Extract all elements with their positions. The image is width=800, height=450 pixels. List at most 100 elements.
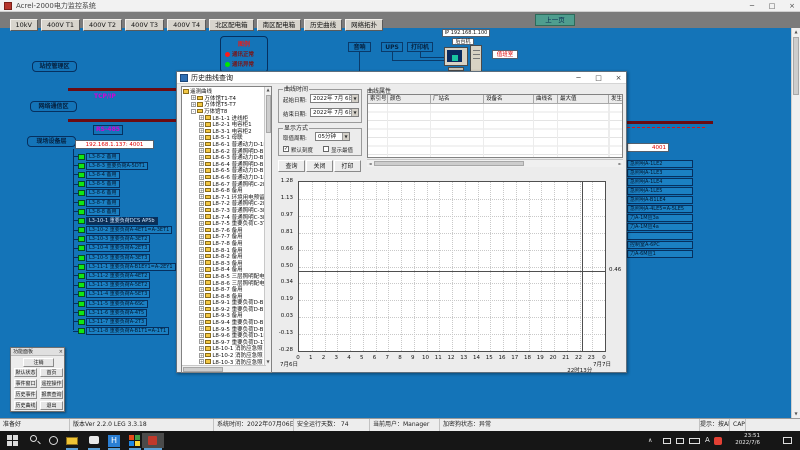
tree-node[interactable]: + 万体馆T1-T4 xyxy=(183,95,265,102)
office-app-icon[interactable] xyxy=(127,433,143,448)
tree-toggle-icon[interactable]: + xyxy=(199,221,204,226)
device-item[interactable]: L3-8-7 备用 xyxy=(73,198,176,207)
tree-toggle-icon[interactable]: + xyxy=(199,326,204,331)
tree-node[interactable]: + L8-6-2 普通照明D-B1 xyxy=(183,147,265,154)
taskbar-clock[interactable]: 23:51 2022/7/6 xyxy=(728,433,760,447)
function-button[interactable]: 遥控操作 xyxy=(40,379,63,388)
function-button[interactable]: 报表查询 xyxy=(40,390,63,399)
tree-node[interactable]: + L8-7-1 环境用电预留 xyxy=(183,194,265,201)
minimize-icon[interactable]: ─ xyxy=(744,0,760,12)
period-select[interactable]: 05分钟 ▼ xyxy=(315,132,350,141)
tree-node[interactable]: + L8-9-7 重要负荷D-1T xyxy=(183,339,265,346)
device-item[interactable]: L3-11-5 重要负荷A-6SC xyxy=(73,299,176,308)
device-item[interactable]: L3-11-3 重要负荷A-5ET2 xyxy=(73,281,176,290)
tree-node[interactable]: + L8-5-1 母联 xyxy=(183,134,265,141)
function-button[interactable]: 退出 xyxy=(40,401,63,410)
show-extremes-checkbox[interactable] xyxy=(323,146,329,152)
tree-toggle-icon[interactable]: + xyxy=(199,280,204,285)
active-app-icon[interactable] xyxy=(142,433,164,448)
function-button[interactable]: 历史事件 xyxy=(14,390,37,399)
maximize-icon[interactable]: □ xyxy=(764,0,780,12)
chevron-down-icon[interactable]: ▼ xyxy=(351,95,358,102)
device-item[interactable] xyxy=(627,232,693,241)
tab[interactable]: 400V T1 xyxy=(41,19,80,31)
tree-node[interactable]: + L8-6-5 普通动力D-B1 xyxy=(183,167,265,174)
tray-network-icon[interactable] xyxy=(676,438,684,444)
device-item[interactable]: L3-11-7 重要负荷A-2T3 xyxy=(73,317,176,326)
previous-page-button[interactable]: 上一页 xyxy=(535,14,575,26)
device-item[interactable]: L3-8-2 备用 xyxy=(73,152,176,161)
dialog-minimize-icon[interactable]: ─ xyxy=(571,72,586,84)
tree-node[interactable]: + L8-8-7 备用 xyxy=(183,286,265,293)
function-button[interactable]: 默认状态 xyxy=(14,368,37,377)
tree-toggle-icon[interactable]: + xyxy=(199,214,204,219)
dialog-maximize-icon[interactable]: □ xyxy=(591,72,606,84)
device-item[interactable]: L3-11-8 重要负荷A-B1T1=A-1T1 xyxy=(73,327,176,336)
tree-toggle-icon[interactable]: + xyxy=(199,155,204,160)
tree-node[interactable]: + L8-7-6 备用 xyxy=(183,226,265,233)
close-button[interactable]: 关闭 xyxy=(306,160,333,172)
tree-node[interactable]: + L8-7-2 普通照明C-2B xyxy=(183,200,265,207)
column-header[interactable]: 设备名 xyxy=(484,95,534,103)
tree-node[interactable]: - 万体馆T8 xyxy=(183,108,265,115)
device-item[interactable]: L3-11-6 重要负荷A-4T5 xyxy=(73,308,176,317)
tree-node[interactable]: + L8-9-2 重要负荷D-B1 xyxy=(183,306,265,313)
chart-plot-area[interactable] xyxy=(298,181,606,352)
tree-toggle-icon[interactable]: + xyxy=(199,306,204,311)
tree-node[interactable]: + L8-6-7 普通照明C-2L xyxy=(183,180,265,187)
device-item[interactable]: 急照明A-1LE5 xyxy=(627,187,693,196)
tree-toggle-icon[interactable]: + xyxy=(191,102,196,107)
task-view-icon[interactable] xyxy=(46,433,62,448)
tree-node[interactable]: + L8-6-3 普通动力D-B1 xyxy=(183,154,265,161)
end-date-field[interactable]: 2022年 7月 6日 ▼ xyxy=(310,108,359,117)
device-item[interactable]: 急照明A-1LE2 xyxy=(627,160,693,169)
tree-toggle-icon[interactable]: + xyxy=(199,194,204,199)
tree-toggle-icon[interactable]: + xyxy=(199,313,204,318)
device-item[interactable]: L3-11-2 重要负荷A-4ET2 xyxy=(73,271,176,280)
tree-node[interactable]: + L8-1-1 进线柜 xyxy=(183,114,265,121)
tree-node[interactable]: + L8-7-7 备用 xyxy=(183,233,265,240)
tree-toggle-icon[interactable]: + xyxy=(199,161,204,166)
tree-toggle-icon[interactable]: + xyxy=(199,168,204,173)
tree-node[interactable]: + L8-6-6 普通动力D-1B xyxy=(183,174,265,181)
tree-toggle-icon[interactable]: + xyxy=(199,353,204,358)
tree-node[interactable]: + 万体馆T5-T7 xyxy=(183,101,265,108)
device-item[interactable]: L3-8-8 备用 xyxy=(73,207,176,216)
tree-node[interactable]: + L8-8-6 三层照明配电 xyxy=(183,279,265,286)
tree-node[interactable]: + L8-8-1 备用 xyxy=(183,246,265,253)
tree-node[interactable]: + L8-9-3 备用 xyxy=(183,312,265,319)
tree-node[interactable]: + L8-9-6 重要负荷D-1E xyxy=(183,332,265,339)
dialog-title-bar[interactable]: 历史曲线查询 ─ □ × xyxy=(177,72,626,84)
tree-toggle-icon[interactable]: + xyxy=(199,234,204,239)
tree-node[interactable]: + L8-8-4 备用 xyxy=(183,266,265,273)
tree-root[interactable]: 遥测曲线 xyxy=(183,88,265,95)
tab[interactable]: 南区配电箱 xyxy=(257,19,302,31)
device-item[interactable]: 急照明A-4LE5=A-5LE5 xyxy=(627,205,693,214)
notification-center-icon[interactable] xyxy=(783,437,792,444)
main-vertical-scrollbar[interactable]: ▲ ▼ xyxy=(791,28,800,418)
device-item[interactable]: L3-10-3 重要负荷A-3ET2 xyxy=(73,235,176,244)
tree-toggle-icon[interactable]: + xyxy=(199,181,204,186)
query-button[interactable]: 查询 xyxy=(278,160,305,172)
column-header[interactable]: 发生时间 xyxy=(609,95,623,103)
tree-toggle-icon[interactable]: + xyxy=(199,122,204,127)
tree-node[interactable]: + L8-9-5 重要负荷D-B1 xyxy=(183,325,265,332)
tree-node[interactable]: + L8-8-2 备用 xyxy=(183,253,265,260)
device-item[interactable]: 急照明A-1LE3 xyxy=(627,169,693,178)
device-item[interactable]: 急照明A-1LE4 xyxy=(627,178,693,187)
column-header[interactable]: 最大值 xyxy=(558,95,609,103)
tree-toggle-icon[interactable]: + xyxy=(199,247,204,252)
tree-node[interactable]: + L8-10-3 消防应急照 xyxy=(183,358,265,365)
chevron-down-icon[interactable]: ▼ xyxy=(342,133,349,140)
start-button-icon[interactable] xyxy=(5,433,21,448)
chevron-down-icon[interactable]: ▼ xyxy=(351,109,358,116)
device-item[interactable]: L3-11-4 重要负荷A-5ET3 xyxy=(73,290,176,299)
tree-toggle-icon[interactable]: + xyxy=(199,188,204,193)
dialog-close-icon[interactable]: × xyxy=(611,72,626,84)
tab[interactable]: 历史曲线 xyxy=(304,19,342,31)
file-explorer-icon[interactable] xyxy=(64,433,80,448)
tree-toggle-icon[interactable]: + xyxy=(199,293,204,298)
chat-app-icon[interactable] xyxy=(86,433,102,448)
tree-node[interactable]: + L8-8-8 备用 xyxy=(183,292,265,299)
tray-keyboard-icon[interactable] xyxy=(689,438,700,444)
